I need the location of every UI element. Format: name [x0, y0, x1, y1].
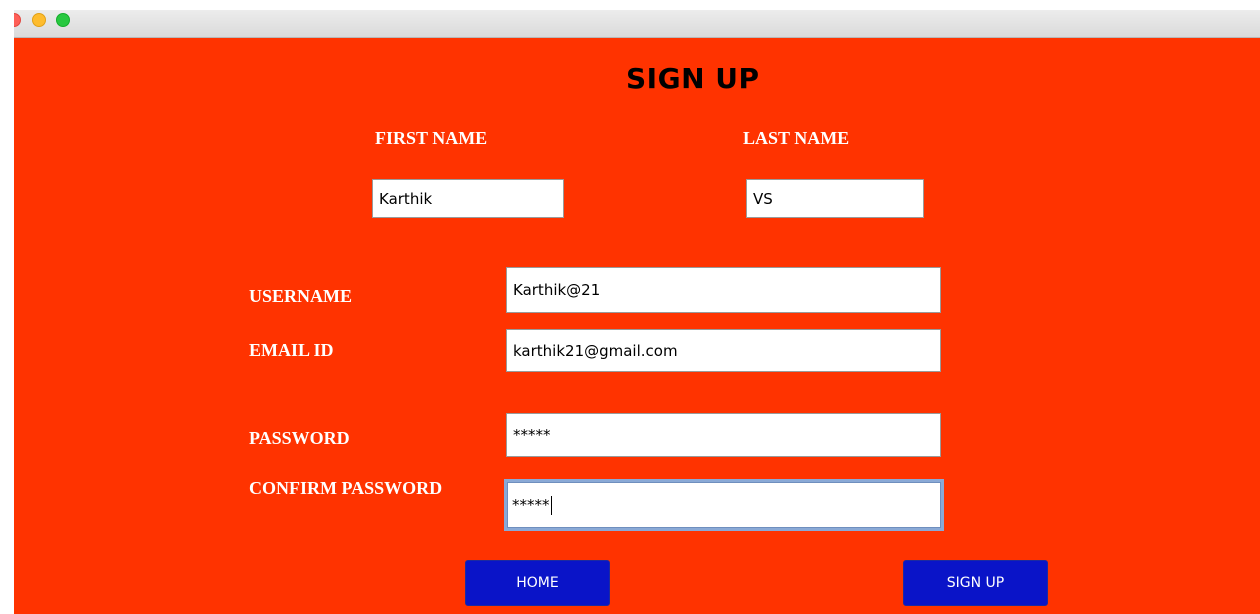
zoom-window-icon[interactable]: [56, 13, 70, 27]
close-window-icon[interactable]: [14, 13, 21, 27]
email-field[interactable]: karthik21@gmail.com: [506, 329, 941, 372]
last-name-label: LAST NAME: [743, 128, 850, 148]
signup-window: SIGN UP FIRST NAME LAST NAME Karthik VS …: [14, 10, 1260, 614]
page-title: SIGN UP: [626, 62, 760, 95]
password-value: *****: [513, 426, 551, 444]
username-label: USERNAME: [249, 286, 353, 306]
home-button[interactable]: HOME: [465, 560, 610, 606]
confirm-password-label: CONFIRM PASSWORD: [249, 478, 443, 498]
last-name-value: VS: [753, 189, 773, 208]
window-titlebar: [14, 10, 1260, 38]
minimize-window-icon[interactable]: [32, 13, 46, 27]
sign-up-button[interactable]: SIGN UP: [903, 560, 1048, 606]
confirm-password-value: *****: [512, 496, 550, 514]
first-name-value: Karthik: [379, 189, 433, 208]
text-caret: [550, 495, 552, 515]
last-name-field[interactable]: VS: [746, 179, 924, 218]
password-label: PASSWORD: [249, 428, 350, 448]
confirm-password-field[interactable]: *****: [504, 479, 944, 531]
first-name-label: FIRST NAME: [375, 128, 488, 148]
password-field[interactable]: *****: [506, 413, 941, 457]
email-value: karthik21@gmail.com: [513, 341, 678, 360]
username-value: Karthik@21: [513, 281, 601, 299]
email-label: EMAIL ID: [249, 340, 334, 360]
username-field[interactable]: Karthik@21: [506, 267, 941, 313]
first-name-field[interactable]: Karthik: [372, 179, 564, 218]
